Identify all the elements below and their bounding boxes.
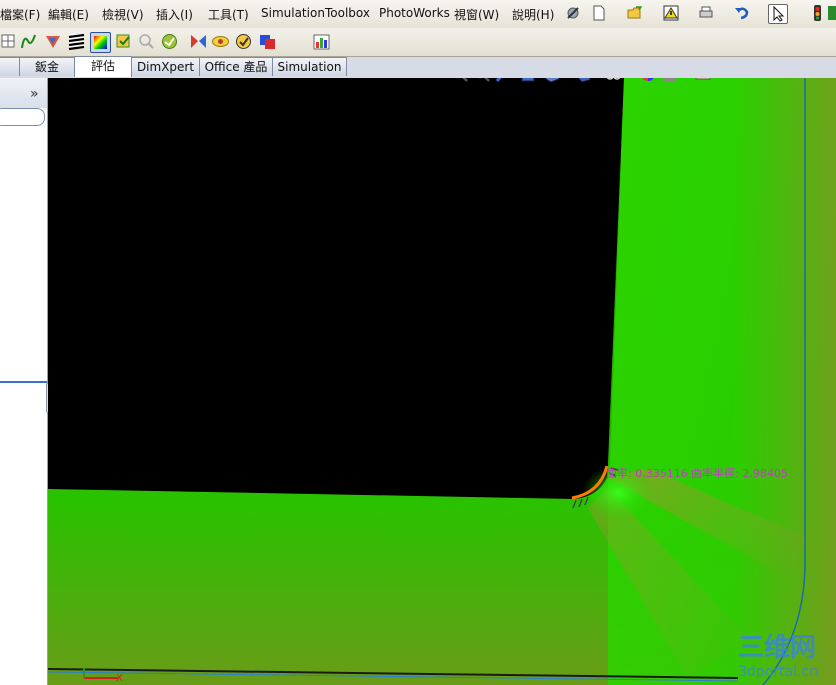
traffic-light-icon[interactable] [808, 4, 826, 22]
tab-sheet-metal[interactable]: 鈑金 [19, 57, 75, 76]
curvature-annotation: 曲率: 0.335116 曲率半徑: 2.98405 [606, 466, 788, 480]
draft-analysis-icon[interactable] [114, 32, 133, 51]
select-cursor-icon[interactable] [768, 4, 788, 24]
graphics-viewport[interactable]: X 曲率: 0.335116 曲率半徑: 2.98405 三维网 3dporta… [48, 78, 836, 685]
undercut-icon[interactable] [211, 32, 230, 51]
menu-insert[interactable]: 插入(I) [156, 6, 193, 23]
menu-tools[interactable]: 工具(T) [208, 6, 249, 23]
compare-icon[interactable] [258, 32, 277, 51]
filter-field[interactable] [0, 108, 45, 126]
statistics-chart-icon[interactable] [312, 32, 331, 51]
command-manager-tabs: 鈑金 評估 DimXpert Office 產品 Simulation [0, 56, 836, 78]
triad-x-label: X [116, 673, 123, 684]
pin-icon[interactable] [564, 4, 582, 22]
menu-photoworks[interactable]: PhotoWorks [379, 6, 450, 20]
feature-manager-panel: » [0, 78, 56, 685]
menu-bar: 檔案(F) 編輯(E) 檢視(V) 插入(I) 工具(T) Simulation… [0, 0, 836, 29]
zebra-stripes-icon[interactable] [67, 32, 86, 51]
menu-view[interactable]: 檢視(V) [102, 6, 144, 23]
display-style-icon[interactable] [574, 78, 594, 84]
tab-office-products[interactable]: Office 產品 [199, 57, 273, 76]
warning-icon[interactable] [662, 4, 680, 22]
collapse-panel-icon[interactable]: » [30, 86, 39, 102]
previous-view-icon[interactable] [494, 78, 514, 84]
section-view-icon[interactable] [518, 78, 538, 84]
magnify-disabled-icon[interactable] [137, 32, 156, 51]
apply-scene-icon[interactable] [660, 78, 680, 84]
new-document-icon[interactable] [590, 4, 608, 22]
grid-icon[interactable] [0, 32, 19, 51]
view-settings-icon[interactable] [693, 78, 713, 84]
panel-header [0, 78, 47, 108]
tab-evaluate[interactable]: 評估 [74, 56, 132, 77]
edit-appearance-icon[interactable] [638, 78, 658, 84]
tab-partial[interactable] [0, 57, 20, 76]
symmetry-check-icon[interactable] [160, 32, 179, 51]
menu-window[interactable]: 視窗(W) [454, 6, 499, 23]
tab-dimxpert[interactable]: DimXpert [131, 57, 200, 76]
menu-simulation[interactable]: Simulation [261, 6, 325, 20]
menu-toolbox[interactable]: Toolbox [325, 6, 370, 20]
model-render: X 曲率: 0.335116 曲率半徑: 2.98405 三维网 3dporta… [48, 78, 836, 685]
curvature-icon[interactable] [90, 32, 111, 53]
view-orientation-icon[interactable] [542, 78, 562, 84]
thickness-analysis-icon[interactable] [189, 32, 208, 51]
menu-edit[interactable]: 編輯(E) [48, 6, 89, 23]
deviation-icon[interactable] [44, 32, 63, 51]
panel-divider[interactable] [0, 381, 47, 383]
undo-icon[interactable] [733, 4, 751, 22]
curvature-comb-icon[interactable] [19, 32, 38, 51]
green-status-icon[interactable] [826, 4, 836, 22]
menu-file[interactable]: 檔案(F) [0, 6, 40, 23]
print-icon[interactable] [697, 4, 715, 22]
tab-simulation[interactable]: Simulation [272, 57, 347, 76]
open-folder-icon[interactable] [626, 4, 644, 22]
check-icon[interactable] [234, 32, 253, 51]
watermark-logo: 三维网 [738, 632, 816, 663]
evaluate-toolbar [0, 28, 836, 57]
watermark-url: 3dportal.cn [738, 664, 818, 680]
zoom-to-fit-icon[interactable] [450, 78, 470, 84]
zoom-to-area-icon[interactable] [472, 78, 492, 84]
menu-help[interactable]: 說明(H) [512, 6, 554, 23]
hide-show-items-icon[interactable] [604, 78, 624, 84]
